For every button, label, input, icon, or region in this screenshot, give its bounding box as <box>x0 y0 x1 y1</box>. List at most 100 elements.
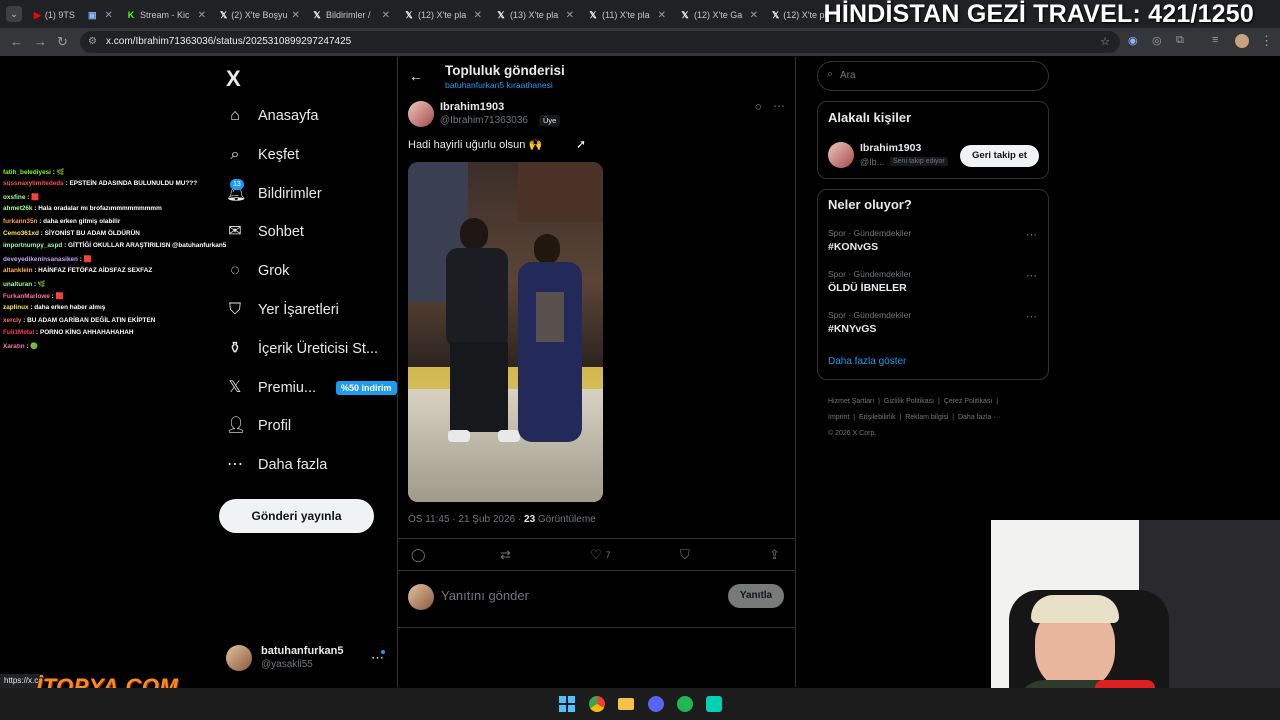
show-more-link[interactable]: Daha fazla göster <box>828 356 906 367</box>
browser-tab[interactable]: ▶(1) 9TS ✕ <box>28 4 80 26</box>
repost-icon[interactable]: ⇄ <box>500 547 511 563</box>
follow-back-button[interactable]: Geri takip et <box>960 145 1039 167</box>
bookmark-star-icon[interactable]: ☆ <box>1100 31 1110 53</box>
back-arrow-icon[interactable]: ← <box>409 68 423 84</box>
like-button[interactable]: ♡ 7 <box>590 547 611 563</box>
browser-tab[interactable]: K Stream - Kic ✕ <box>120 4 212 26</box>
trend-name[interactable]: ÖLDÜ İBNELER <box>828 282 907 294</box>
browser-tab[interactable]: 𝕏(12) X'te pla✕ <box>398 4 488 26</box>
bookmark-icon[interactable]: ⛉ <box>680 547 690 563</box>
trend-name[interactable]: #KNYvGS <box>828 323 876 335</box>
post-image[interactable] <box>408 162 603 502</box>
grok-icon[interactable]: ◌ <box>755 101 762 113</box>
browser-tab[interactable]: 𝕏 (12) X'te Ga ✕ <box>674 4 764 26</box>
trend-name[interactable]: #KONvGS <box>828 241 878 253</box>
site-info-icon[interactable]: ⚙ <box>88 31 97 53</box>
search-box[interactable]: ⌕ Ara <box>817 61 1049 91</box>
sidebar-item-home[interactable]: ⌂ Anasayfa <box>226 102 318 130</box>
search-input[interactable]: Ara <box>840 70 856 81</box>
trend-more-icon[interactable]: ⋯ <box>1026 228 1037 241</box>
footer-link[interactable]: Daha fazla ··· <box>958 414 1000 421</box>
sidebar-item-grok[interactable]: ◌ Grok <box>226 257 289 285</box>
close-tab-icon[interactable]: ✕ <box>105 10 113 21</box>
reply-icon[interactable]: ◯ <box>411 547 426 563</box>
chat-username: Cemo361xd <box>3 230 39 237</box>
close-tab-icon[interactable]: ✕ <box>566 10 574 21</box>
close-tab-icon[interactable]: ✕ <box>79 10 80 21</box>
start-menu-icon[interactable] <box>559 696 575 712</box>
reply-input[interactable]: Yanıtını gönder <box>441 588 529 603</box>
browser-tab[interactable]: 𝕏 (13) X'te pla ✕ <box>490 4 580 26</box>
close-tab-icon[interactable]: ✕ <box>292 10 300 21</box>
person-name[interactable]: Ibrahim1903 <box>860 142 921 154</box>
chat-username: ahmet26k <box>3 205 33 213</box>
footer-link[interactable]: Imprint <box>828 414 849 421</box>
spotify-icon[interactable] <box>677 696 693 712</box>
account-avatar[interactable] <box>226 645 252 671</box>
trend-more-icon[interactable]: ⋯ <box>1026 310 1037 323</box>
browser-tab[interactable]: 𝕏 (2) X'te Boşyu ✕ <box>214 4 304 26</box>
community-link[interactable]: batuhanfurkan5 kıraathanesi <box>445 80 553 90</box>
author-avatar[interactable] <box>408 101 434 127</box>
image-person-body <box>446 248 508 348</box>
divider <box>398 538 795 539</box>
trend-more-icon[interactable]: ⋯ <box>1026 269 1037 282</box>
bookmark-icon: ⛉ <box>228 301 241 318</box>
media-icon[interactable]: ≡ <box>1212 34 1218 46</box>
footer-link[interactable]: Gizlilik Politikası <box>884 398 934 405</box>
browser-tab[interactable]: ▣ ✕ <box>82 4 118 26</box>
close-tab-icon[interactable]: ✕ <box>198 10 206 21</box>
back-icon[interactable]: ← <box>10 34 23 49</box>
footer-link[interactable]: Erişilebilirlik <box>859 414 896 421</box>
browser-tab[interactable]: 𝕏(12) X'te pla✕ <box>766 4 826 26</box>
x-premium-icon: 𝕏 <box>228 378 242 396</box>
menu-dots-icon[interactable]: ⋮ <box>1260 33 1273 49</box>
reload-icon[interactable]: ↻ <box>57 34 68 50</box>
author-handle[interactable]: @Ibrahim71363036 <box>440 115 528 126</box>
chat-text: 🟥 <box>55 293 64 300</box>
extension-icon[interactable]: ◎ <box>1152 34 1162 47</box>
forward-icon[interactable]: → <box>34 34 47 49</box>
chat-message: furkann35n : daha erken gitmiş olabilir <box>3 218 120 225</box>
more-options-icon[interactable]: ⋯ <box>773 99 785 113</box>
profile-avatar[interactable] <box>1235 34 1249 48</box>
sidebar-item-x-premium[interactable]: 𝕏 Premiu... %50 indirim <box>226 374 397 402</box>
browser-tab[interactable]: 𝕏 (11) X'te pla ✕ <box>582 4 672 26</box>
person-avatar[interactable] <box>828 142 854 168</box>
browser-tab[interactable]: 𝕏 Bildirimler / ✕ <box>306 4 396 26</box>
close-tab-icon[interactable]: ✕ <box>750 10 758 21</box>
reply-button[interactable]: Yanıtla <box>728 584 784 608</box>
extension-icon[interactable]: ◉ <box>1128 34 1138 47</box>
close-tab-icon[interactable]: ✕ <box>658 10 666 21</box>
post-button[interactable]: Gönderi yayınla <box>219 499 374 533</box>
app-icon[interactable] <box>706 696 722 712</box>
x-logo[interactable]: X <box>226 66 241 92</box>
sidebar-item-bell[interactable]: 🔔︎ 13 Bildirimler <box>226 178 322 208</box>
sidebar-item-bookmark[interactable]: ⛉ Yer İşaretleri <box>226 296 339 324</box>
footer-link[interactable]: Reklam bilgisi <box>905 414 948 421</box>
tab-label: (12) X'te pla <box>783 10 826 20</box>
chrome-icon[interactable] <box>589 696 605 712</box>
share-icon[interactable]: ⇪ <box>769 547 780 563</box>
close-tab-icon[interactable]: ✕ <box>474 10 482 21</box>
account-name[interactable]: batuhanfurkan5 <box>261 645 344 657</box>
extensions-puzzle-icon[interactable]: ⧉ <box>1176 34 1184 47</box>
image-person-head <box>534 234 560 264</box>
author-name[interactable]: Ibrahim1903 <box>440 101 504 113</box>
os-taskbar <box>0 688 1280 720</box>
close-tab-icon[interactable]: ✕ <box>382 10 390 21</box>
sidebar-item-mail[interactable]: ✉ Sohbet <box>226 218 304 246</box>
discord-icon[interactable] <box>648 696 664 712</box>
url-text: x.com/Ibrahim71363036/status/20253108992… <box>106 36 352 47</box>
chat-message: Fuli1Metal : PORNO KİNG AHHAHAHAHAH <box>3 329 133 336</box>
footer-link[interactable]: Çerez Politikası <box>944 398 993 405</box>
view-count: 23 <box>524 514 536 525</box>
footer-link[interactable]: Hizmet Şartları <box>828 398 874 405</box>
sidebar-item-creator[interactable]: ⚱ İçerik Üreticisi St... <box>226 335 378 363</box>
url-bar[interactable]: ⚙ x.com/Ibrahim71363036/status/202531089… <box>80 31 1120 53</box>
tab-search-button[interactable]: ⌄ <box>6 6 22 22</box>
sidebar-item-profile[interactable]: 👤︎ Profil <box>226 412 291 440</box>
sidebar-item-more[interactable]: ⋯ Daha fazla <box>226 451 327 479</box>
sidebar-item-search[interactable]: ⌕ Keşfet <box>226 141 300 169</box>
file-explorer-icon[interactable] <box>618 698 634 710</box>
